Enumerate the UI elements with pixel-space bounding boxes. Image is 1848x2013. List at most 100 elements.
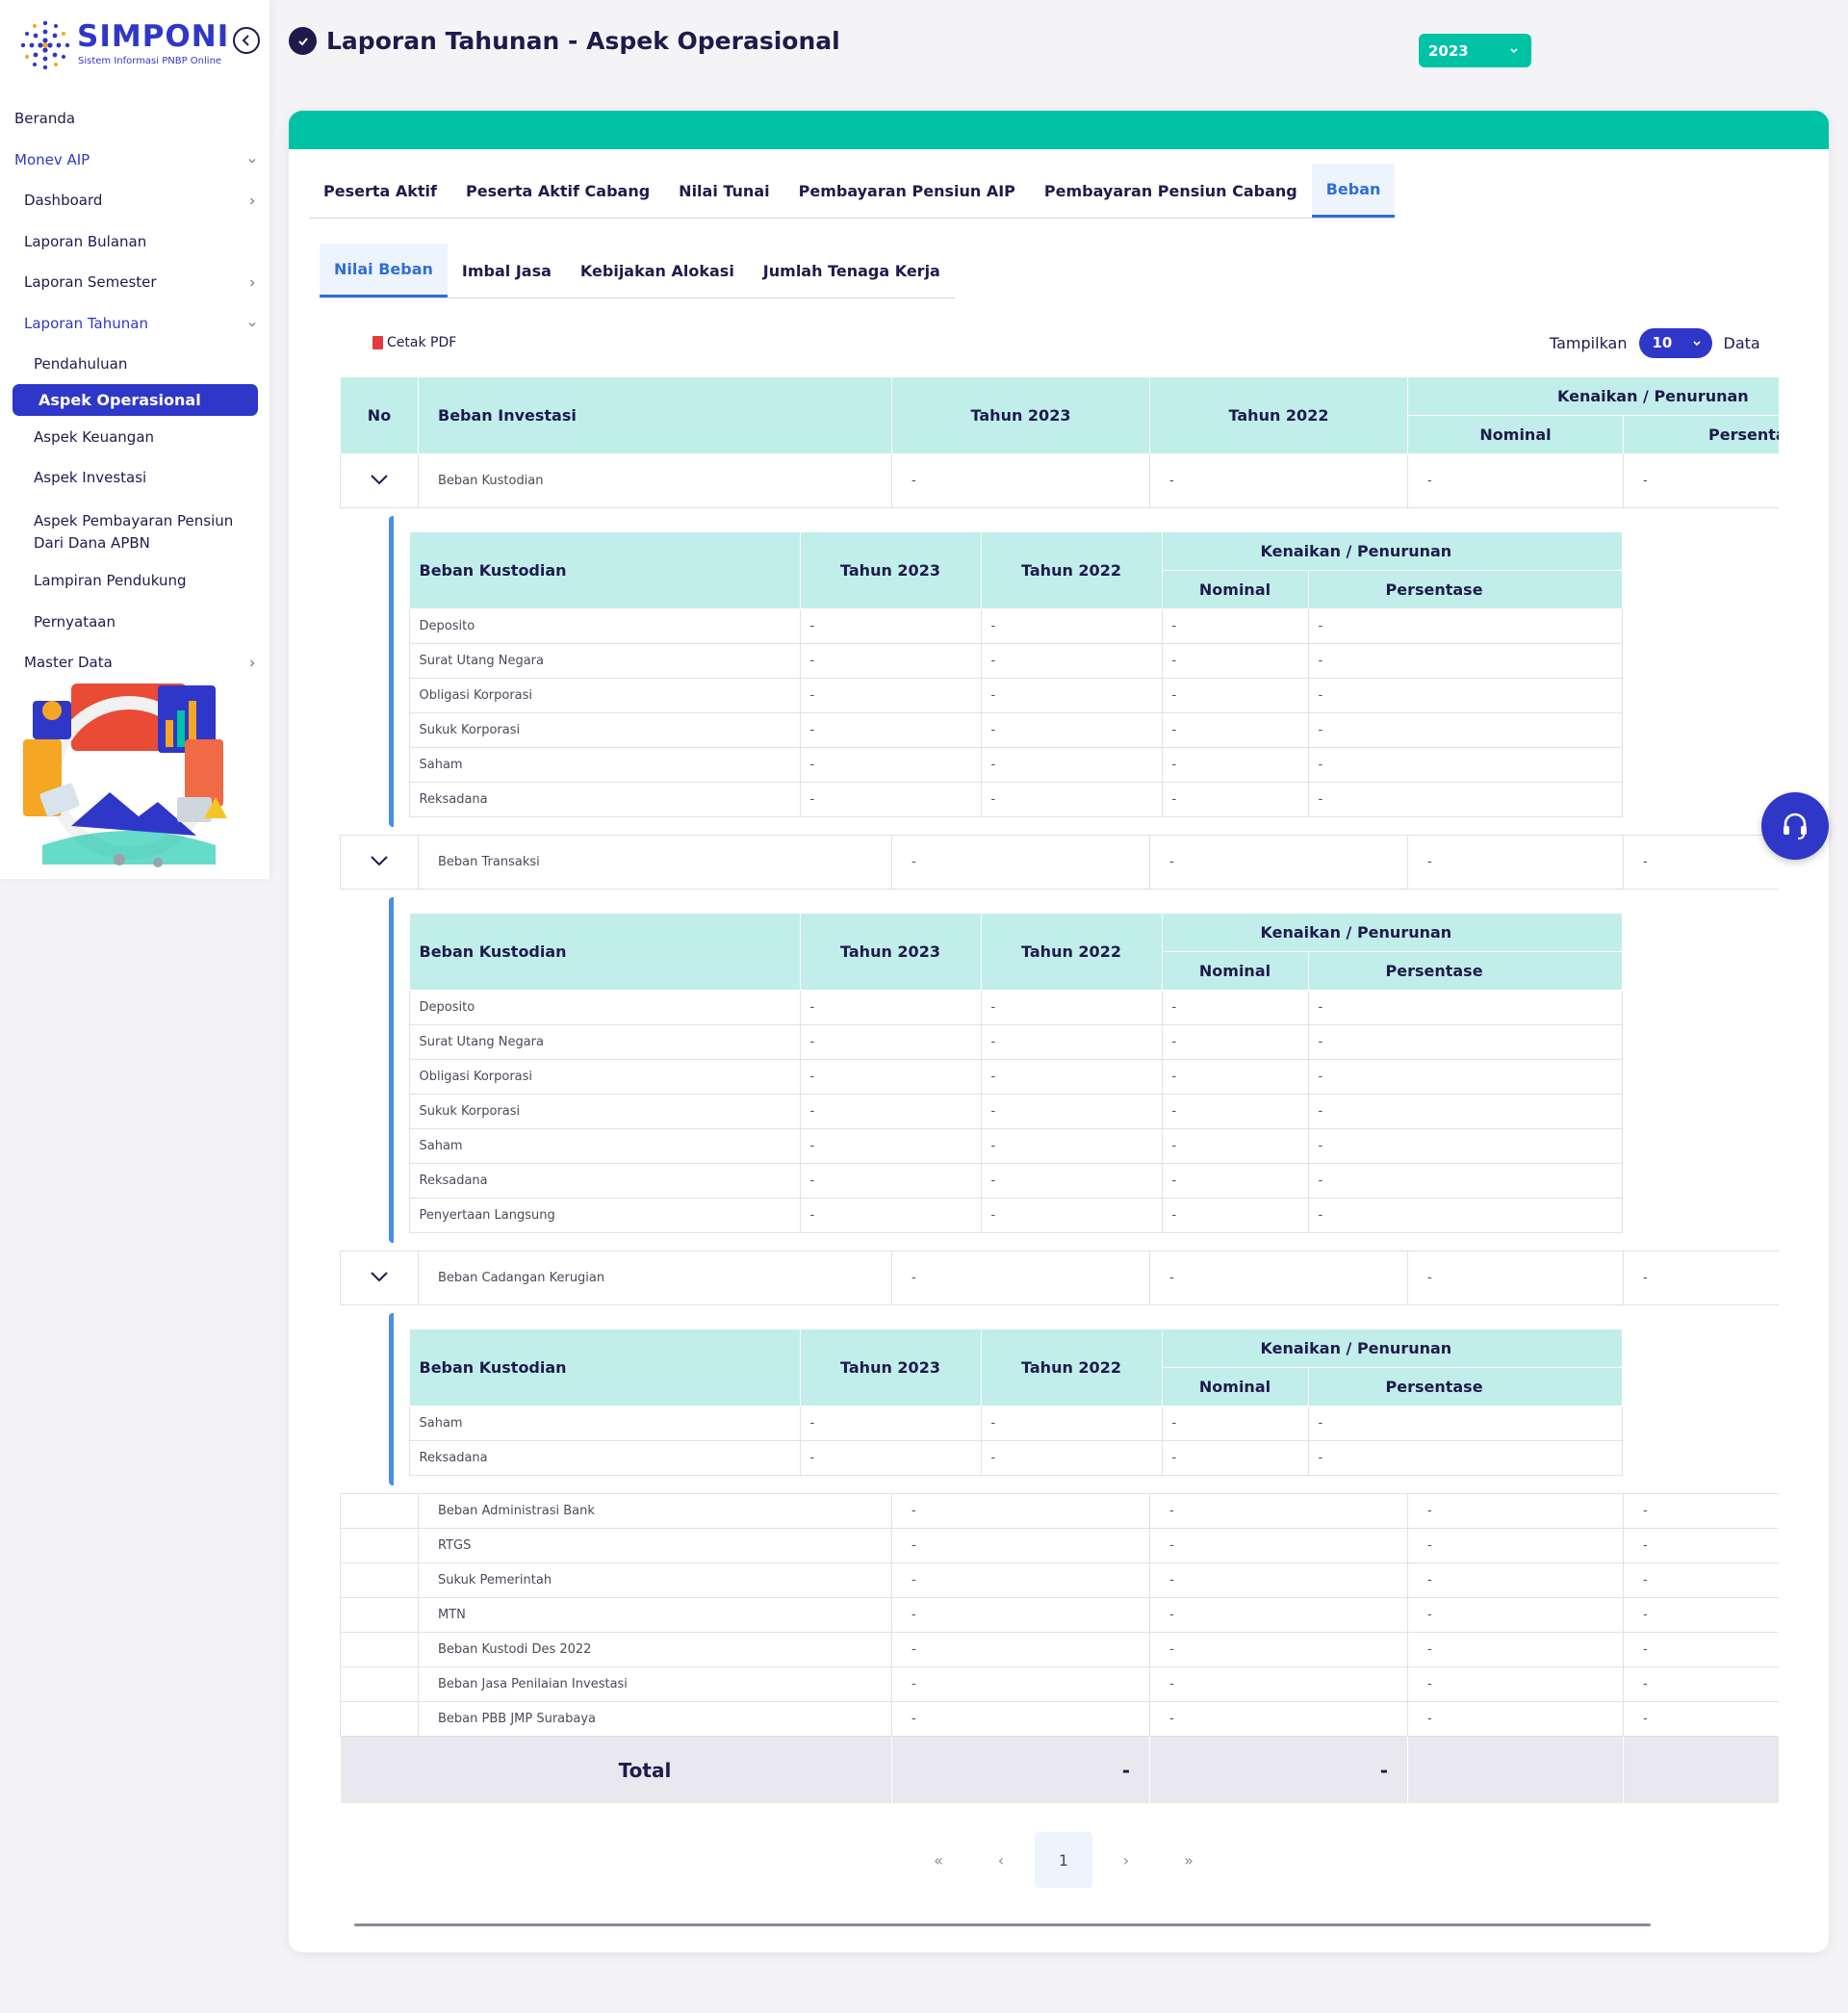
tab-beban[interactable]: Beban	[1311, 164, 1396, 218]
subtab-kebijakan-alokasi[interactable]: Kebijakan Alokasi	[566, 244, 749, 297]
value-cell: -	[1307, 1059, 1623, 1095]
tab-pembayaran-pensiun-cabang[interactable]: Pembayaran Pensiun Cabang	[1030, 164, 1312, 218]
last-page-button[interactable]: »	[1160, 1832, 1218, 1888]
sub-header-kenaikan: Kenaikan / Penurunan	[1161, 531, 1623, 571]
total-persentase	[1622, 1736, 1779, 1804]
value-cell: -	[891, 1632, 1150, 1667]
expand-row-button[interactable]	[340, 1251, 419, 1305]
sub-table-row: Beban Kustodian Tahun 2023 Tahun 2022 Kenai…	[341, 1305, 1780, 1494]
table-row: Beban Jasa Penilaian Investasi - - - -	[340, 1666, 1779, 1702]
subtab-jumlah-tenaga-kerja[interactable]: Jumlah Tenaga Kerja	[749, 244, 955, 297]
no-cell	[340, 1493, 419, 1529]
row-label: RTGS	[418, 1528, 892, 1563]
sub-table-row: Sukuk Korporasi - - - -	[408, 1094, 1623, 1129]
pdf-icon	[372, 336, 383, 349]
chevron-down-icon	[248, 159, 256, 164]
chevron-down-icon	[1510, 48, 1518, 54]
per-page-select[interactable]: 10	[1638, 328, 1712, 358]
expand-row-button[interactable]	[340, 453, 419, 508]
sub-table-row: Beban Kustodian Tahun 2023 Tahun 2022 Kenai…	[341, 508, 1780, 836]
value-cell: -	[1161, 1440, 1309, 1476]
year-select[interactable]: 2023	[1419, 34, 1531, 67]
sub-header-title: Beban Kustodian	[408, 913, 801, 991]
row-label: Beban Kustodi Des 2022	[418, 1632, 892, 1667]
tab-nilai-tunai[interactable]: Nilai Tunai	[664, 164, 783, 218]
value-cell: -	[891, 1666, 1150, 1702]
sub-table-row: Reksadana - - - -	[408, 1440, 1623, 1476]
sub-table: Beban Kustodian Tahun 2023 Tahun 2022 Kenai…	[408, 1329, 1623, 1476]
sub-table-cell: Beban Kustodian Tahun 2023 Tahun 2022 Kenai…	[341, 508, 1780, 836]
sub-table-box: Beban Kustodian Tahun 2023 Tahun 2022 Kenai…	[388, 1313, 1780, 1485]
sidebar-item-label: Monev AIP	[14, 151, 90, 168]
value-cell: -	[1407, 1251, 1624, 1305]
no-cell	[340, 1597, 419, 1633]
page-button[interactable]: 1	[1035, 1832, 1092, 1888]
value-cell: -	[1149, 835, 1408, 890]
table-row: Beban PBB JMP Surabaya - - - -	[340, 1701, 1779, 1737]
data-label: Data	[1723, 334, 1760, 352]
tab-pembayaran-pensiun-aip[interactable]: Pembayaran Pensiun AIP	[784, 164, 1030, 218]
value-cell: -	[1407, 1528, 1624, 1563]
sub-table-row: Surat Utang Negara - - - -	[408, 643, 1623, 679]
sub-row-label: Surat Utang Negara	[408, 1024, 801, 1060]
value-cell: -	[1149, 1528, 1408, 1563]
page-title: Laporan Tahunan - Aspek Operasional	[289, 27, 840, 55]
value-cell: -	[1622, 1632, 1779, 1667]
sub-header-title: Beban Kustodian	[408, 531, 801, 609]
main-tabs: Peserta Aktif Peserta Aktif Cabang Nilai…	[309, 164, 1396, 219]
sidebar-item-label: Aspek Keuangan	[34, 428, 155, 446]
sub-row-label: Obligasi Korporasi	[408, 678, 801, 713]
expand-row-button[interactable]	[340, 835, 419, 890]
value-cell: -	[1622, 1597, 1779, 1633]
value-cell: -	[1161, 678, 1309, 713]
table-row: Beban Cadangan Kerugian - - - -	[340, 1251, 1779, 1305]
collapse-sidebar-button[interactable]	[233, 27, 260, 54]
sub-table: Beban Kustodian Tahun 2023 Tahun 2022 Kenai…	[408, 913, 1623, 1233]
table-container: No Beban Investasi Tahun 2023 Tahun 2022…	[340, 376, 1779, 1933]
table-row: Beban Kustodi Des 2022- - - -	[340, 1632, 1779, 1667]
value-cell: -	[1307, 1094, 1623, 1129]
chevron-down-icon	[248, 323, 256, 327]
row-label: Beban Transaksi	[418, 835, 892, 890]
value-cell: -	[1149, 1251, 1408, 1305]
sub-table-row: Surat Utang Negara - - - -	[408, 1024, 1623, 1060]
chevron-right-icon	[250, 659, 255, 667]
help-headset-button[interactable]	[1761, 792, 1829, 860]
value-cell: -	[1149, 1493, 1408, 1529]
value-cell: -	[1622, 453, 1779, 508]
sub-row-label: Sukuk Korporasi	[408, 1094, 801, 1129]
value-cell: -	[980, 1128, 1163, 1164]
subtab-nilai-beban[interactable]: Nilai Beban	[320, 244, 448, 297]
tab-peserta-aktif[interactable]: Peserta Aktif	[309, 164, 451, 218]
chevron-down-icon	[1692, 341, 1701, 347]
sub-header-kenaikan: Kenaikan / Penurunan	[1161, 1329, 1623, 1368]
sub-table-row: Obligasi Korporasi - - - -	[408, 678, 1623, 713]
chevron-left-icon	[242, 35, 249, 46]
sub-header-nominal: Nominal	[1161, 951, 1309, 991]
cetak-pdf-button[interactable]: Cetak PDF	[372, 335, 456, 350]
value-cell: -	[1149, 1562, 1408, 1598]
tab-peserta-aktif-cabang[interactable]: Peserta Aktif Cabang	[451, 164, 664, 218]
sub-table-row: Deposito - - - -	[408, 990, 1623, 1025]
value-cell: -	[1161, 1128, 1309, 1164]
sub-row-label: Reksadana	[408, 782, 801, 817]
value-cell: -	[1161, 643, 1309, 679]
header-no: No	[340, 376, 419, 454]
simponi-logo[interactable]: SIMPONI Sistem Informasi PNBP Online	[17, 17, 228, 75]
sub-header-title: Beban Kustodian	[408, 1329, 801, 1407]
value-cell: -	[1407, 453, 1624, 508]
prev-page-button[interactable]: ‹	[972, 1832, 1030, 1888]
value-cell: -	[1622, 1701, 1779, 1737]
horizontal-scrollbar[interactable]	[354, 1923, 1651, 1926]
sidebar-item-aspek-operasional[interactable]: Aspek Operasional	[13, 384, 258, 416]
sub-header-persentase: Persentase	[1307, 1367, 1623, 1407]
value-cell: -	[1307, 1198, 1623, 1233]
logo-dots-icon	[20, 20, 70, 70]
first-page-button[interactable]: «	[910, 1832, 967, 1888]
sub-row-label: Reksadana	[408, 1440, 801, 1476]
sidebar-item-label: Pendahuluan	[34, 355, 128, 373]
sidebar-item-label: Master Data	[24, 654, 113, 671]
row-label: Beban Administrasi Bank	[418, 1493, 892, 1529]
next-page-button[interactable]: ›	[1097, 1832, 1155, 1888]
subtab-imbal-jasa[interactable]: Imbal Jasa	[448, 244, 566, 297]
